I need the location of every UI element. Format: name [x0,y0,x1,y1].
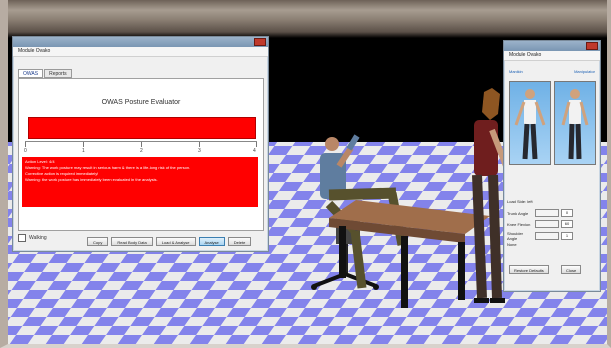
manikin-control-window: Module Ovako Manikin Manipulator Load Si… [503,40,601,292]
read-body-data-button[interactable]: Read Body Data [111,237,153,246]
load-analyse-button[interactable]: Load & Analyse [155,237,196,246]
window-menu: Module Ovako [13,47,268,57]
knee-flexion-slider[interactable] [535,220,559,228]
shoulder-angle-value[interactable]: 1 [561,232,573,240]
shoulder-angle-row: Shoulder Angle 1 [507,231,573,241]
manipulator-front-icon [561,89,589,160]
trunk-angle-slider[interactable] [535,209,559,217]
risk-scale: 0 1 2 3 4 [24,141,257,154]
scale-label: 0 [24,148,27,154]
scale-tick [256,142,257,147]
manipulator-thumbnail[interactable] [554,81,596,165]
manikin-thumbnail[interactable] [509,81,551,165]
page-title: OWAS Posture Evaluator [101,99,181,106]
copy-button[interactable]: Copy [87,237,109,246]
scale-tick [83,142,84,147]
restore-defaults-button[interactable]: Restore Defaults [509,265,549,274]
risk-level-bar [28,117,256,139]
scale-label: 1 [82,148,85,154]
manikin-labels: Manikin Manipulator [509,69,595,74]
load-side-row: Load Side: left [507,199,533,204]
tab-owas[interactable]: OWAS [18,69,44,78]
close-button[interactable]: Close [561,265,582,274]
action-buttons: Copy Read Body Data Load & Analyse Analy… [87,237,252,246]
close-button[interactable] [254,38,266,46]
scale-tick [25,142,26,147]
window-titlebar [504,41,600,51]
field-label: Trunk Angle [507,210,529,216]
note-row: None [507,242,517,247]
posture-evaluator-window: Module Ovako OWAS Reports OWAS Posture E… [12,36,269,252]
tab-bar: OWAS Reports [18,69,72,78]
window-titlebar [13,37,268,47]
manikin-label: Manikin [509,69,523,74]
knee-flexion-value[interactable]: 60 [561,220,573,228]
note-text: None [507,242,517,247]
delete-button[interactable]: Delete [227,237,252,246]
scale-label: 2 [140,148,143,154]
scale-tick [199,142,200,147]
walking-checkbox-row[interactable]: Walking [18,234,47,242]
close-button[interactable] [586,42,598,50]
result-line: Warning: the work posture has immediatel… [25,177,158,182]
knee-flexion-row: Knee Flexion 60 [507,220,573,228]
trunk-angle-value[interactable]: 0 [561,209,573,217]
scale-label: 4 [253,148,256,154]
owas-panel: OWAS Posture Evaluator 0 1 2 3 4 Action … [18,78,264,231]
scale-label: 3 [198,148,201,154]
tab-reports[interactable]: Reports [44,69,72,78]
shoulder-angle-slider[interactable] [535,232,559,240]
analyse-button[interactable]: Analyse [198,237,225,246]
scale-tick [141,142,142,147]
walking-checkbox[interactable] [18,234,26,242]
screenshot-frame: Module Ovako OWAS Reports OWAS Posture E… [0,0,611,348]
load-side-label: Load Side: left [507,199,533,204]
evaluation-result: Action Level: 4/4 Warning: The work post… [22,157,258,207]
manipulator-label: Manipulator [574,69,595,74]
trunk-angle-row: Trunk Angle 0 [507,209,573,217]
field-label: Shoulder Angle [507,231,524,241]
window-menu: Module Ovako [504,51,600,61]
manikin-front-icon [514,89,546,160]
field-label: Knee Flexion [507,221,531,227]
walking-label: Walking [29,235,47,241]
